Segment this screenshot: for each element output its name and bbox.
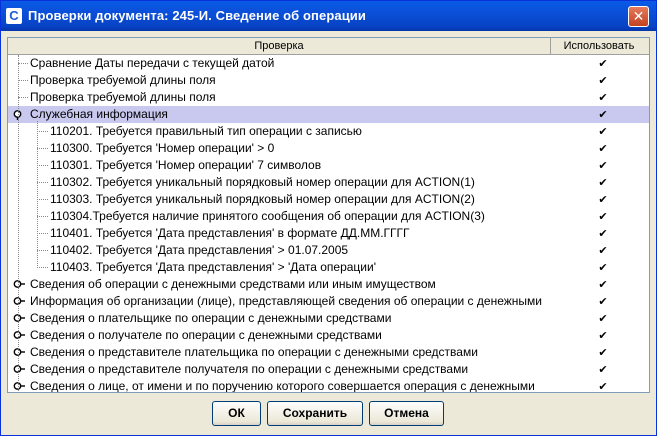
use-checkbox[interactable]: ✔ bbox=[597, 381, 609, 393]
tree-row-label: 110402. Требуется 'Дата представления' >… bbox=[50, 243, 349, 257]
tree-connector bbox=[18, 97, 28, 98]
app-icon: C bbox=[6, 8, 22, 24]
tree-row[interactable]: 110401. Требуется 'Дата представления' в… bbox=[8, 225, 649, 242]
tree-row[interactable]: Сведения об операции с денежными средств… bbox=[8, 276, 649, 293]
collapsed-node-icon[interactable] bbox=[13, 313, 25, 324]
tree-row-label: Сравнение Даты передачи с текущей датой bbox=[30, 56, 275, 70]
tree-row[interactable]: Сведения о получателе по операции с дене… bbox=[8, 327, 649, 344]
tree-row[interactable]: Сравнение Даты передачи с текущей датой ✔ bbox=[8, 55, 649, 72]
use-checkbox[interactable]: ✔ bbox=[597, 143, 609, 155]
tree-row-label: Сведения о представителе получателя по о… bbox=[30, 362, 469, 376]
tree-connector bbox=[37, 267, 48, 268]
collapsed-node-icon[interactable] bbox=[13, 279, 25, 290]
tree-row[interactable]: Сведения о представителе получателя по о… bbox=[8, 361, 649, 378]
tree-connector bbox=[37, 199, 48, 200]
window-title: Проверки документа: 245-И. Сведение об о… bbox=[28, 8, 366, 23]
tree-row[interactable]: 110402. Требуется 'Дата представления' >… bbox=[8, 242, 649, 259]
tree-row-label: 110300. Требуется 'Номер операции' > 0 bbox=[50, 141, 275, 155]
tree-row[interactable]: Проверка требуемой длины поля ✔ bbox=[8, 72, 649, 89]
tree-row[interactable]: 110201. Требуется правильный тип операци… bbox=[8, 123, 649, 140]
tree-row-label: Сведения об операции с денежными средств… bbox=[30, 277, 436, 291]
collapsed-node-icon[interactable] bbox=[13, 296, 25, 307]
tree-row[interactable]: Сведения о представителе плательщика по … bbox=[8, 344, 649, 361]
tree-row[interactable]: 110303. Требуется уникальный порядковый … bbox=[8, 191, 649, 208]
tree-trunk-line bbox=[18, 55, 19, 392]
column-header-use[interactable]: Использовать bbox=[551, 38, 647, 54]
use-checkbox[interactable]: ✔ bbox=[597, 330, 609, 342]
tree-row-label: 110401. Требуется 'Дата представления' в… bbox=[50, 226, 410, 240]
tree-row[interactable]: Сведения о лице, от имени и по поручению… bbox=[8, 378, 649, 393]
dialog-window: C Проверки документа: 245-И. Сведение об… bbox=[0, 0, 657, 436]
use-checkbox[interactable]: ✔ bbox=[597, 126, 609, 138]
tree-row-label: 110302. Требуется уникальный порядковый … bbox=[50, 175, 475, 189]
tree-row-label: Сведения о получателе по операции с дене… bbox=[30, 328, 382, 342]
use-checkbox[interactable]: ✔ bbox=[597, 160, 609, 172]
tree-row-label: Проверка требуемой длины поля bbox=[30, 90, 216, 104]
column-header-check[interactable]: Проверка bbox=[8, 38, 551, 54]
tree-connector bbox=[18, 80, 28, 81]
tree-connector bbox=[37, 216, 48, 217]
table-header: Проверка Использовать bbox=[8, 38, 649, 55]
use-checkbox[interactable]: ✔ bbox=[597, 364, 609, 376]
collapsed-node-icon[interactable] bbox=[13, 330, 25, 341]
tree-row-label: Сведения о плательщике по операции с ден… bbox=[30, 311, 392, 325]
use-checkbox[interactable]: ✔ bbox=[597, 109, 609, 121]
tree-row-label: 110201. Требуется правильный тип операци… bbox=[50, 124, 362, 138]
tree-row[interactable]: 110403. Требуется 'Дата представления' >… bbox=[8, 259, 649, 276]
tree-row[interactable]: 110301. Требуется 'Номер операции' 7 сим… bbox=[8, 157, 649, 174]
tree-connector bbox=[18, 63, 28, 64]
tree-row-label: Сведения о лице, от имени и по поручению… bbox=[30, 379, 535, 393]
tree-row-label: 110304.Требуется наличие принятого сообщ… bbox=[50, 209, 485, 223]
collapsed-node-icon[interactable] bbox=[13, 364, 25, 375]
tree-row[interactable]: 110304.Требуется наличие принятого сообщ… bbox=[8, 208, 649, 225]
use-checkbox[interactable]: ✔ bbox=[597, 279, 609, 291]
expanded-node-icon[interactable] bbox=[13, 109, 25, 120]
use-checkbox[interactable]: ✔ bbox=[597, 313, 609, 325]
close-button[interactable]: ✕ bbox=[628, 6, 649, 27]
tree-row-label: Информация об организации (лице), предст… bbox=[30, 294, 542, 308]
save-button[interactable]: Сохранить bbox=[267, 401, 363, 426]
tree-row-label: Сведения о представителе плательщика по … bbox=[30, 345, 478, 359]
tree-row-label: Проверка требуемой длины поля bbox=[30, 73, 216, 87]
use-checkbox[interactable]: ✔ bbox=[597, 177, 609, 189]
use-checkbox[interactable]: ✔ bbox=[597, 194, 609, 206]
use-checkbox[interactable]: ✔ bbox=[597, 92, 609, 104]
tree-connector bbox=[37, 182, 48, 183]
ok-button[interactable]: ОК bbox=[212, 401, 261, 426]
tree-connector bbox=[37, 148, 48, 149]
use-checkbox[interactable]: ✔ bbox=[597, 211, 609, 223]
use-checkbox[interactable]: ✔ bbox=[597, 75, 609, 87]
tree-connector bbox=[37, 165, 48, 166]
title-bar[interactable]: C Проверки документа: 245-И. Сведение об… bbox=[1, 1, 656, 31]
tree-row[interactable]: 110302. Требуется уникальный порядковый … bbox=[8, 174, 649, 191]
use-checkbox[interactable]: ✔ bbox=[597, 245, 609, 257]
use-checkbox[interactable]: ✔ bbox=[597, 296, 609, 308]
collapsed-node-icon[interactable] bbox=[13, 347, 25, 358]
tree-connector bbox=[37, 250, 48, 251]
tree-row[interactable]: Информация об организации (лице), предст… bbox=[8, 293, 649, 310]
use-checkbox[interactable]: ✔ bbox=[597, 228, 609, 240]
tree-rows: Сравнение Даты передачи с текущей датой ✔… bbox=[8, 55, 649, 393]
use-checkbox[interactable]: ✔ bbox=[597, 262, 609, 274]
cancel-button[interactable]: Отмена bbox=[369, 401, 444, 426]
tree-row[interactable]: Проверка требуемой длины поля ✔ bbox=[8, 89, 649, 106]
tree-row[interactable]: Сведения о плательщике по операции с ден… bbox=[8, 310, 649, 327]
tree-connector bbox=[37, 233, 48, 234]
tree-row-label: 110403. Требуется 'Дата представления' >… bbox=[50, 260, 376, 274]
tree-row[interactable]: 110300. Требуется 'Номер операции' > 0 ✔ bbox=[8, 140, 649, 157]
use-checkbox[interactable]: ✔ bbox=[597, 347, 609, 359]
tree-row[interactable]: Служебная информация ✔ bbox=[8, 106, 649, 123]
tree-branch-line bbox=[37, 121, 38, 268]
collapsed-node-icon[interactable] bbox=[13, 381, 25, 392]
tree-connector bbox=[37, 131, 48, 132]
tree-row-label: Служебная информация bbox=[30, 107, 168, 121]
tree-row-label: 110303. Требуется уникальный порядковый … bbox=[50, 192, 475, 206]
checks-table: Проверка Использовать Сравнение Даты пер… bbox=[7, 37, 650, 393]
tree-row-label: 110301. Требуется 'Номер операции' 7 сим… bbox=[50, 158, 322, 172]
use-checkbox[interactable]: ✔ bbox=[597, 58, 609, 70]
